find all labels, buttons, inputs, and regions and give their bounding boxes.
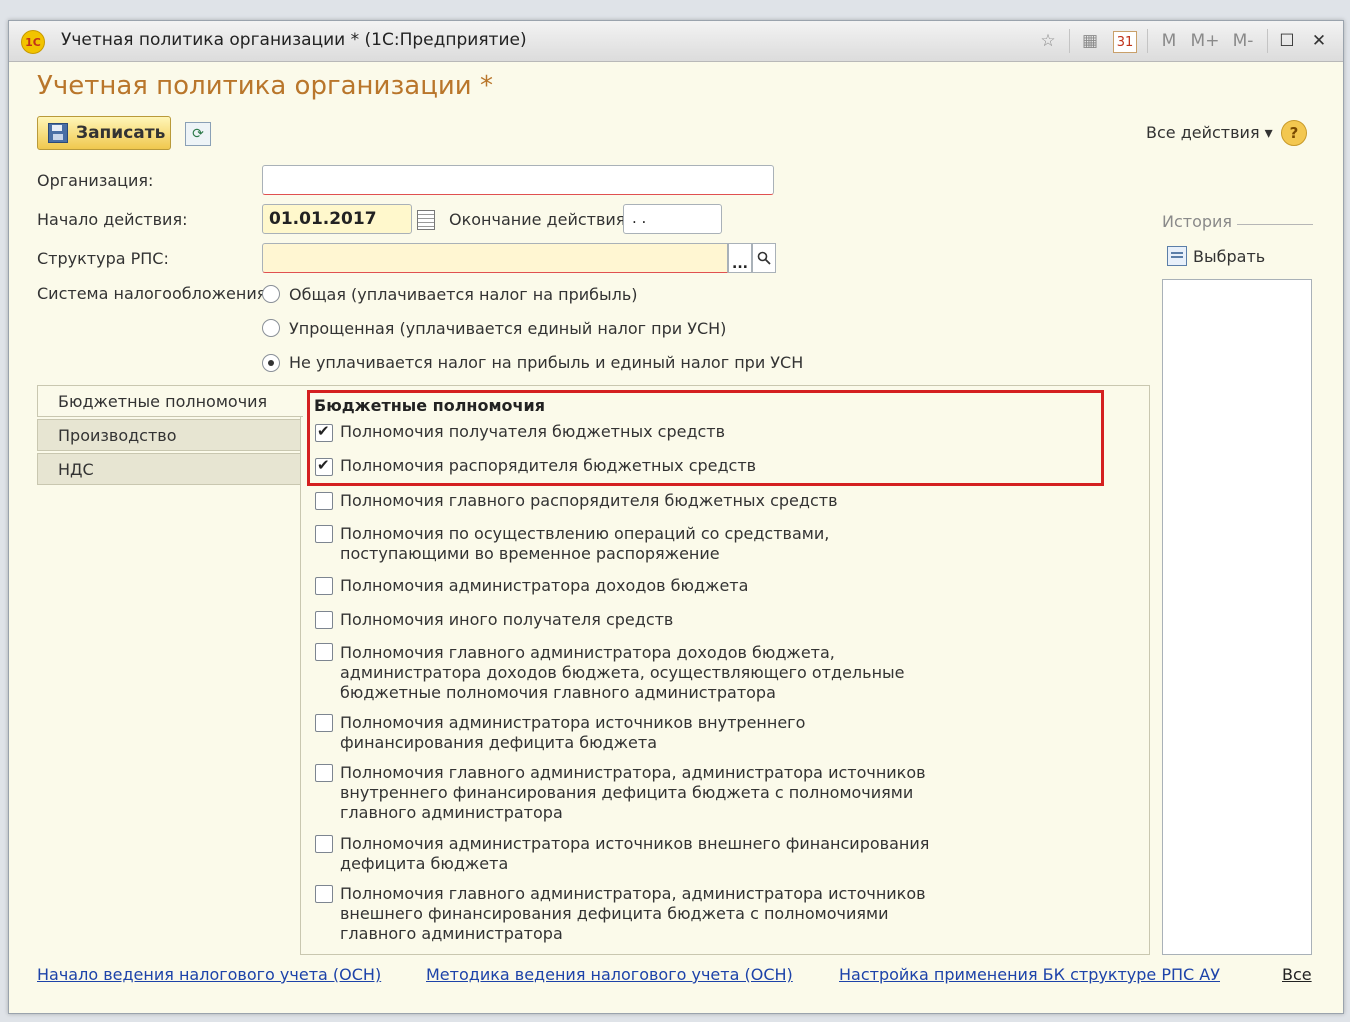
save-icon	[48, 123, 68, 143]
toolbar-divider	[1147, 29, 1148, 53]
star-icon[interactable]: ☆	[1037, 28, 1059, 54]
checkbox-external-sources-admin[interactable]	[315, 835, 333, 853]
tax-option-simplified-label: Упрощенная (уплачивается единый налог пр…	[289, 319, 727, 338]
memory-add-button[interactable]: M+	[1189, 28, 1221, 54]
select-list-icon	[1167, 246, 1187, 266]
organization-label: Организация:	[37, 171, 154, 190]
tab-production[interactable]: Производство	[37, 419, 301, 451]
checkbox-main-internal-sources-admin[interactable]	[315, 764, 333, 782]
tax-system-label: Система налогообложения:	[37, 284, 272, 303]
window-title: Учетная политика организации * (1С:Предп…	[61, 30, 527, 50]
page-title: Учетная политика организации *	[37, 71, 493, 101]
checkbox-label: Полномочия администратора доходов бюджет…	[340, 576, 749, 595]
form-window: 1С Учетная политика организации * (1С:Пр…	[8, 20, 1344, 1014]
history-list[interactable]	[1162, 279, 1312, 955]
help-icon[interactable]: ?	[1281, 120, 1307, 146]
checkbox-main-revenue-admin[interactable]	[315, 643, 333, 661]
tax-option-none-label: Не уплачивается налог на прибыль и едины…	[289, 353, 804, 372]
tax-accounting-method-link[interactable]: Методика ведения налогового учета (ОСН)	[426, 965, 793, 984]
toolbar-divider	[1069, 29, 1070, 53]
1c-logo-icon[interactable]: 1С	[21, 30, 45, 54]
all-links-link[interactable]: Все	[1282, 965, 1312, 984]
calculator-icon[interactable]: ▦	[1079, 28, 1101, 54]
memory-subtract-button[interactable]: M-	[1227, 28, 1259, 54]
start-date-label: Начало действия:	[37, 210, 188, 229]
tab-vat[interactable]: НДС	[37, 453, 301, 485]
checkbox-main-manager[interactable]	[315, 492, 333, 510]
calendar-icon[interactable]: 31	[1113, 31, 1137, 53]
checkbox-label: Полномочия администратора источников вну…	[340, 713, 806, 752]
checkbox-other-recipient[interactable]	[315, 611, 333, 629]
checkbox-label: Полномочия по осуществлению операций со …	[340, 524, 830, 563]
tax-option-general-radio[interactable]	[262, 285, 280, 303]
history-divider	[1237, 224, 1313, 225]
tax-accounting-start-link[interactable]: Начало ведения налогового учета (ОСН)	[37, 965, 381, 984]
checkbox-label: Полномочия главного администратора, адми…	[340, 763, 926, 822]
title-bar: 1С Учетная политика организации * (1С:Пр…	[9, 21, 1343, 62]
maximize-icon[interactable]: ☐	[1275, 28, 1299, 54]
all-actions-menu[interactable]: Все действия ▾	[1146, 123, 1273, 142]
refresh-icon[interactable]: ⟳	[185, 122, 211, 146]
tax-option-general-label: Общая (уплачивается налог на прибыль)	[289, 285, 638, 304]
end-date-label: Окончание действия:	[449, 210, 631, 229]
toolbar-divider	[1267, 29, 1268, 53]
rps-select-button[interactable]: ...	[728, 243, 752, 273]
rps-structure-field[interactable]	[262, 243, 728, 273]
save-label: Записать	[76, 123, 166, 143]
search-icon[interactable]	[752, 243, 776, 273]
checkbox-label: Полномочия главного администратора, адми…	[340, 884, 926, 943]
organization-field[interactable]	[262, 165, 774, 195]
checkbox-label: Полномочия главного распорядителя бюджет…	[340, 491, 838, 510]
tax-option-none-radio[interactable]	[262, 354, 280, 372]
rps-structure-label: Структура РПС:	[37, 249, 169, 268]
end-date-input[interactable]: . .	[623, 204, 722, 234]
tab-budget-powers[interactable]: Бюджетные полномочия	[37, 385, 303, 417]
bk-settings-link[interactable]: Настройка применения БК структуре РПС АУ	[839, 965, 1220, 984]
checkbox-main-external-sources-admin[interactable]	[315, 885, 333, 903]
checkbox-label: Полномочия иного получателя средств	[340, 610, 674, 629]
checkbox-temporary-funds[interactable]	[315, 525, 333, 543]
history-label: История	[1162, 212, 1233, 231]
highlight-frame	[307, 390, 1104, 486]
memory-store-button[interactable]: M	[1157, 28, 1181, 54]
checkbox-internal-sources-admin[interactable]	[315, 714, 333, 732]
checkbox-label: Полномочия администратора источников вне…	[340, 834, 930, 873]
close-icon[interactable]: ✕	[1307, 28, 1331, 54]
checkbox-revenue-admin[interactable]	[315, 577, 333, 595]
calendar-picker-icon[interactable]	[417, 210, 435, 230]
tax-option-simplified-radio[interactable]	[262, 319, 280, 337]
choose-button[interactable]: Выбрать	[1167, 246, 1265, 266]
choose-label: Выбрать	[1193, 246, 1266, 266]
save-button[interactable]: Записать	[37, 116, 171, 150]
checkbox-label: Полномочия главного администратора доход…	[340, 643, 905, 702]
start-date-input[interactable]: 01.01.2017	[262, 204, 412, 234]
